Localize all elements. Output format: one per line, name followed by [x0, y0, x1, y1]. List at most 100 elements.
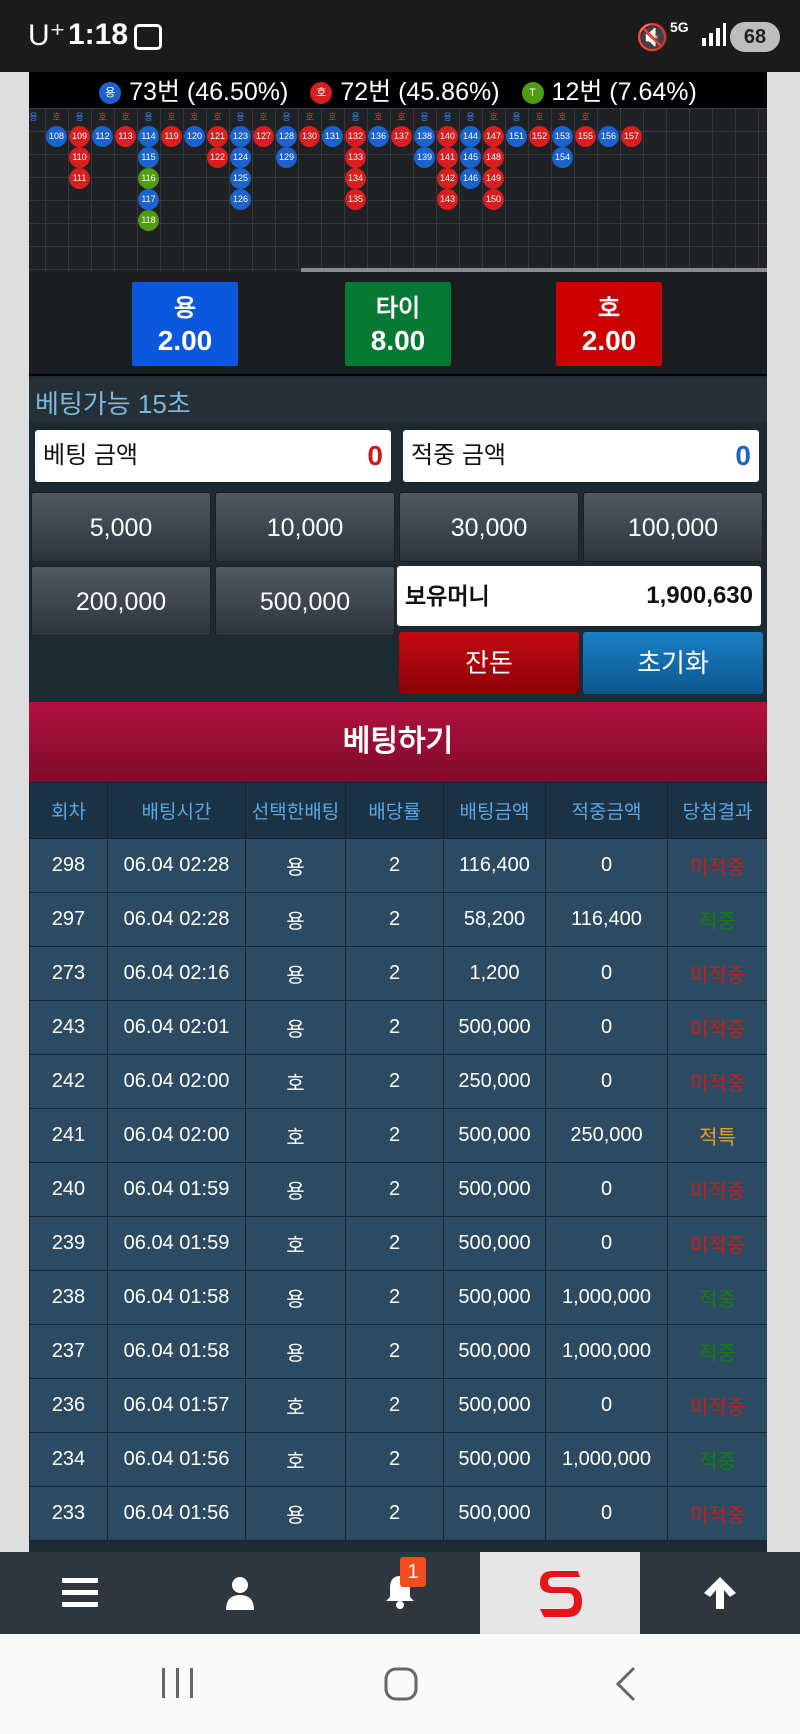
- roadmap-header-mark: 호: [397, 112, 406, 122]
- cell-odds: 2: [345, 1216, 444, 1271]
- chip-100000-button[interactable]: 100,000: [583, 492, 763, 562]
- roadmap-cell: 146: [460, 168, 481, 189]
- table-row[interactable]: 239 06.04 01:59 호 2 500,000 0 미적중: [29, 1216, 767, 1271]
- roadmap-cell: 122: [207, 147, 228, 168]
- table-row[interactable]: 298 06.04 02:28 용 2 116,400 0 미적중: [29, 838, 767, 893]
- roadmap-cell: 109: [69, 126, 90, 147]
- roadmap-header-mark: 호: [190, 112, 199, 122]
- chip-200000-button[interactable]: 200,000: [31, 566, 211, 636]
- screenshot-icon: [134, 24, 162, 50]
- cell-pick: 용: [245, 946, 346, 1001]
- tie-bet-button[interactable]: 타이 8.00: [345, 282, 451, 366]
- bet-amount-field[interactable]: 베팅 금액 0: [35, 430, 391, 482]
- stat-dragon-text: 73번 (46.50%): [129, 78, 289, 106]
- back-icon[interactable]: [612, 1664, 638, 1704]
- roadmap-grid[interactable]: 용 호 용 호 호 용 호 호 호 용 호 용 호 호 용 호 호 용 용 용 호 용 호 호 호 108 109 110 111 112…: [29, 108, 767, 272]
- change-button[interactable]: 잔돈: [399, 632, 579, 694]
- table-row[interactable]: 234 06.04 01:56 호 2 500,000 1,000,000 적중: [29, 1432, 767, 1487]
- cell-bet: 250,000: [443, 1054, 546, 1109]
- cell-bet: 116,400: [443, 838, 546, 893]
- cell-odds: 2: [345, 1486, 444, 1541]
- roadmap-cell: 137: [391, 126, 412, 147]
- home-icon[interactable]: [383, 1666, 419, 1702]
- chip-500000-button[interactable]: 500,000: [215, 566, 395, 636]
- chip-30000-button[interactable]: 30,000: [399, 492, 579, 562]
- chip-5000-button[interactable]: 5,000: [31, 492, 211, 562]
- cell-round: 239: [29, 1216, 108, 1271]
- cell-result: 미적중: [667, 946, 767, 1001]
- table-row[interactable]: 240 06.04 01:59 용 2 500,000 0 미적중: [29, 1162, 767, 1217]
- cell-result: 적중: [667, 892, 767, 947]
- column-header: 배팅시간: [107, 782, 246, 839]
- scroll-top-tab[interactable]: [640, 1552, 800, 1634]
- cell-pick: 호: [245, 1108, 346, 1163]
- roadmap-header-mark: 용: [282, 112, 291, 122]
- roadmap-cell: 118: [138, 210, 159, 231]
- roadmap-header-mark: 호: [259, 112, 268, 122]
- roadmap-header-mark: 용: [29, 112, 38, 122]
- reset-button[interactable]: 초기화: [583, 632, 763, 694]
- notifications-tab[interactable]: 1: [320, 1552, 480, 1634]
- roadmap-cell: 144: [460, 126, 481, 147]
- tie-label: 타이: [375, 295, 421, 322]
- table-row[interactable]: 238 06.04 01:58 용 2 500,000 1,000,000 적중: [29, 1270, 767, 1325]
- stat-dragon: 용 73번 (46.50%): [99, 72, 288, 108]
- home-logo-tab[interactable]: [480, 1552, 640, 1634]
- user-icon: [226, 1577, 254, 1610]
- roadmap-header-mark: 호: [374, 112, 383, 122]
- table-row[interactable]: 273 06.04 02:16 용 2 1,200 0 미적중: [29, 946, 767, 1001]
- cell-time: 06.04 02:00: [107, 1108, 246, 1163]
- cell-bet: 1,200: [443, 946, 546, 1001]
- notification-badge: 1: [400, 1556, 426, 1587]
- recent-apps-icon[interactable]: [160, 1666, 196, 1700]
- profile-tab[interactable]: [160, 1552, 320, 1634]
- roadmap-header-mark: 호: [305, 112, 314, 122]
- cell-win: 0: [545, 1486, 668, 1541]
- roadmap-header-mark: 용: [144, 112, 153, 122]
- battery-icon: 68: [730, 22, 780, 52]
- win-amount-label: 적중 금액: [411, 442, 506, 469]
- cell-pick: 용: [245, 1324, 346, 1379]
- table-row[interactable]: 243 06.04 02:01 용 2 500,000 0 미적중: [29, 1000, 767, 1055]
- menu-tab[interactable]: [0, 1552, 160, 1634]
- bet-amount-value: 0: [367, 440, 383, 471]
- balance-label: 보유머니: [405, 583, 490, 609]
- cell-win: 0: [545, 1000, 668, 1055]
- cell-result: 미적중: [667, 1000, 767, 1055]
- cell-win: 0: [545, 838, 668, 893]
- cell-odds: 2: [345, 1324, 444, 1379]
- cell-win: 250,000: [545, 1108, 668, 1163]
- menu-icon: [62, 1578, 98, 1607]
- roadmap-header-mark: 용: [420, 112, 429, 122]
- cell-result: 적중: [667, 1270, 767, 1325]
- table-row[interactable]: 297 06.04 02:28 용 2 58,200 116,400 적중: [29, 892, 767, 947]
- tiger-bet-button[interactable]: 호 2.00: [556, 282, 662, 366]
- table-row[interactable]: 241 06.04 02:00 호 2 500,000 250,000 적특: [29, 1108, 767, 1163]
- table-body: 298 06.04 02:28 용 2 116,400 0 미적중 297 06.04 02:2…: [29, 838, 767, 1541]
- tie-dot-icon: T: [521, 82, 544, 105]
- stat-tiger: 호 72번 (45.86%): [310, 72, 500, 108]
- cell-win: 1,000,000: [545, 1324, 668, 1379]
- cell-odds: 2: [345, 838, 444, 893]
- cell-result: 미적중: [667, 1162, 767, 1217]
- place-bet-button[interactable]: 베팅하기: [29, 702, 767, 782]
- table-row[interactable]: 242 06.04 02:00 호 2 250,000 0 미적중: [29, 1054, 767, 1109]
- table-row[interactable]: 237 06.04 01:58 용 2 500,000 1,000,000 적중: [29, 1324, 767, 1379]
- chip-10000-button[interactable]: 10,000: [215, 492, 395, 562]
- table-row[interactable]: 233 06.04 01:56 용 2 500,000 0 미적중: [29, 1486, 767, 1541]
- cell-win: 1,000,000: [545, 1270, 668, 1325]
- status-bar: U⁺ 1:18 🔇 5G 68: [0, 0, 800, 72]
- betting-timer: 베팅가능 15초: [29, 378, 767, 422]
- roadmap-cell: 133: [345, 147, 366, 168]
- cell-time: 06.04 01:58: [107, 1324, 246, 1379]
- cell-win: 0: [545, 1378, 668, 1433]
- cell-time: 06.04 02:01: [107, 1000, 246, 1055]
- cell-round: 237: [29, 1324, 108, 1379]
- roadmap-header-mark: 호: [213, 112, 222, 122]
- dragon-bet-button[interactable]: 용 2.00: [132, 282, 238, 366]
- cell-pick: 호: [245, 1216, 346, 1271]
- win-amount-field: 적중 금액 0: [403, 430, 759, 482]
- roadmap-cell: 116: [138, 168, 159, 189]
- cell-round: 297: [29, 892, 108, 947]
- table-row[interactable]: 236 06.04 01:57 호 2 500,000 0 미적중: [29, 1378, 767, 1433]
